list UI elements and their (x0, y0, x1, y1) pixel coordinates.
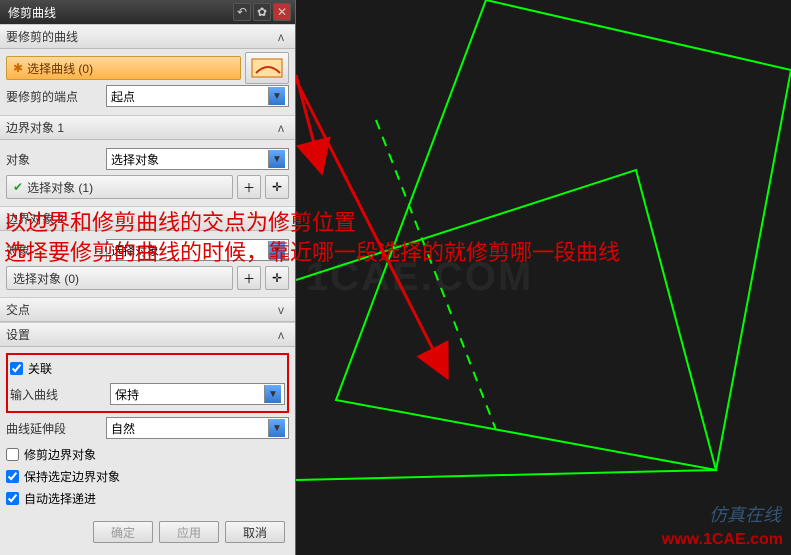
apply-button[interactable]: 应用 (159, 521, 219, 543)
section-boundary1: 边界对象 1 ʌ 对象 选择对象 ✔ 选择对象 (1) ＋ ✛ (0, 115, 295, 206)
ok-button[interactable]: 确定 (93, 521, 153, 543)
section-head[interactable]: 交点 v (0, 298, 295, 322)
section-head[interactable]: 设置 ʌ (0, 323, 295, 347)
geometry (296, 0, 791, 555)
keep-boundary-checkbox[interactable]: 保持选定边界对象 (6, 465, 289, 487)
section-intersect: 交点 v (0, 297, 295, 322)
check-icon: ✔ (13, 180, 23, 194)
curve-picker-icon[interactable] (245, 52, 289, 84)
extension-dropdown[interactable]: 自然 (106, 417, 289, 439)
endpoint-dropdown[interactable]: 起点 (106, 85, 289, 107)
chevron-up-icon: ʌ (273, 120, 289, 136)
trim-boundary-checkbox[interactable]: 修剪边界对象 (6, 443, 289, 465)
dialog-title: 修剪曲线 (4, 4, 231, 21)
chevron-down-icon: v (273, 302, 289, 318)
input-curve-dropdown[interactable]: 保持 (110, 383, 285, 405)
object-label: 对象 (6, 151, 106, 168)
select-object-button[interactable]: 选择对象 (0) (6, 266, 233, 290)
extension-label: 曲线延伸段 (6, 420, 106, 437)
section-trim-curve: 要修剪的曲线 ʌ ✱ 选择曲线 (0) 要修剪的端点 起点 (0, 24, 295, 115)
viewport[interactable]: 1CAE.COM 仿真在线 www.1CAE.com (296, 0, 791, 555)
chevron-up-icon: ʌ (273, 29, 289, 45)
url-text: www.1CAE.com (662, 531, 783, 549)
titlebar: 修剪曲线 ↶ ✿ ✕ (0, 0, 295, 24)
logo-text: 仿真在线 (709, 501, 781, 527)
auto-select-checkbox[interactable]: 自动选择递进 (6, 487, 289, 509)
dialog-panel: 修剪曲线 ↶ ✿ ✕ 要修剪的曲线 ʌ ✱ 选择曲线 (0) 要修剪的端点 起点 (0, 0, 296, 555)
section-settings: 设置 ʌ 关联 输入曲线 保持 曲线延伸段 自然 修剪边界对象 保持选定边 (0, 322, 295, 513)
dialog-footer: 确定 应用 取消 (0, 521, 295, 549)
chevron-up-icon: ʌ (273, 327, 289, 343)
select-curve-button[interactable]: ✱ 选择曲线 (0) (6, 56, 241, 80)
highlight-box: 关联 输入曲线 保持 (6, 353, 289, 413)
annotation-line1: 以边界和修剪曲线的交点为修剪位置 (4, 205, 356, 237)
select-object-button[interactable]: ✔ 选择对象 (1) (6, 175, 233, 199)
assoc-checkbox[interactable]: 关联 (10, 357, 285, 379)
star-icon: ✱ (13, 61, 23, 75)
cancel-button[interactable]: 取消 (225, 521, 285, 543)
target-icon[interactable]: ✛ (265, 266, 289, 290)
target-icon[interactable]: ✛ (265, 175, 289, 199)
section-head[interactable]: 要修剪的曲线 ʌ (0, 25, 295, 49)
add-icon[interactable]: ＋ (237, 266, 261, 290)
close-icon[interactable]: ✕ (273, 3, 291, 21)
input-curve-label: 输入曲线 (10, 386, 110, 403)
object-dropdown[interactable]: 选择对象 (106, 148, 289, 170)
add-icon[interactable]: ＋ (237, 175, 261, 199)
section-head[interactable]: 边界对象 1 ʌ (0, 116, 295, 140)
annotation-line2: 选择要修剪的曲线的时候，靠近哪一段选择的就修剪哪一段曲线 (4, 235, 620, 267)
undo-icon[interactable]: ↶ (233, 3, 251, 21)
endpoint-label: 要修剪的端点 (6, 88, 106, 105)
gear-icon[interactable]: ✿ (253, 3, 271, 21)
